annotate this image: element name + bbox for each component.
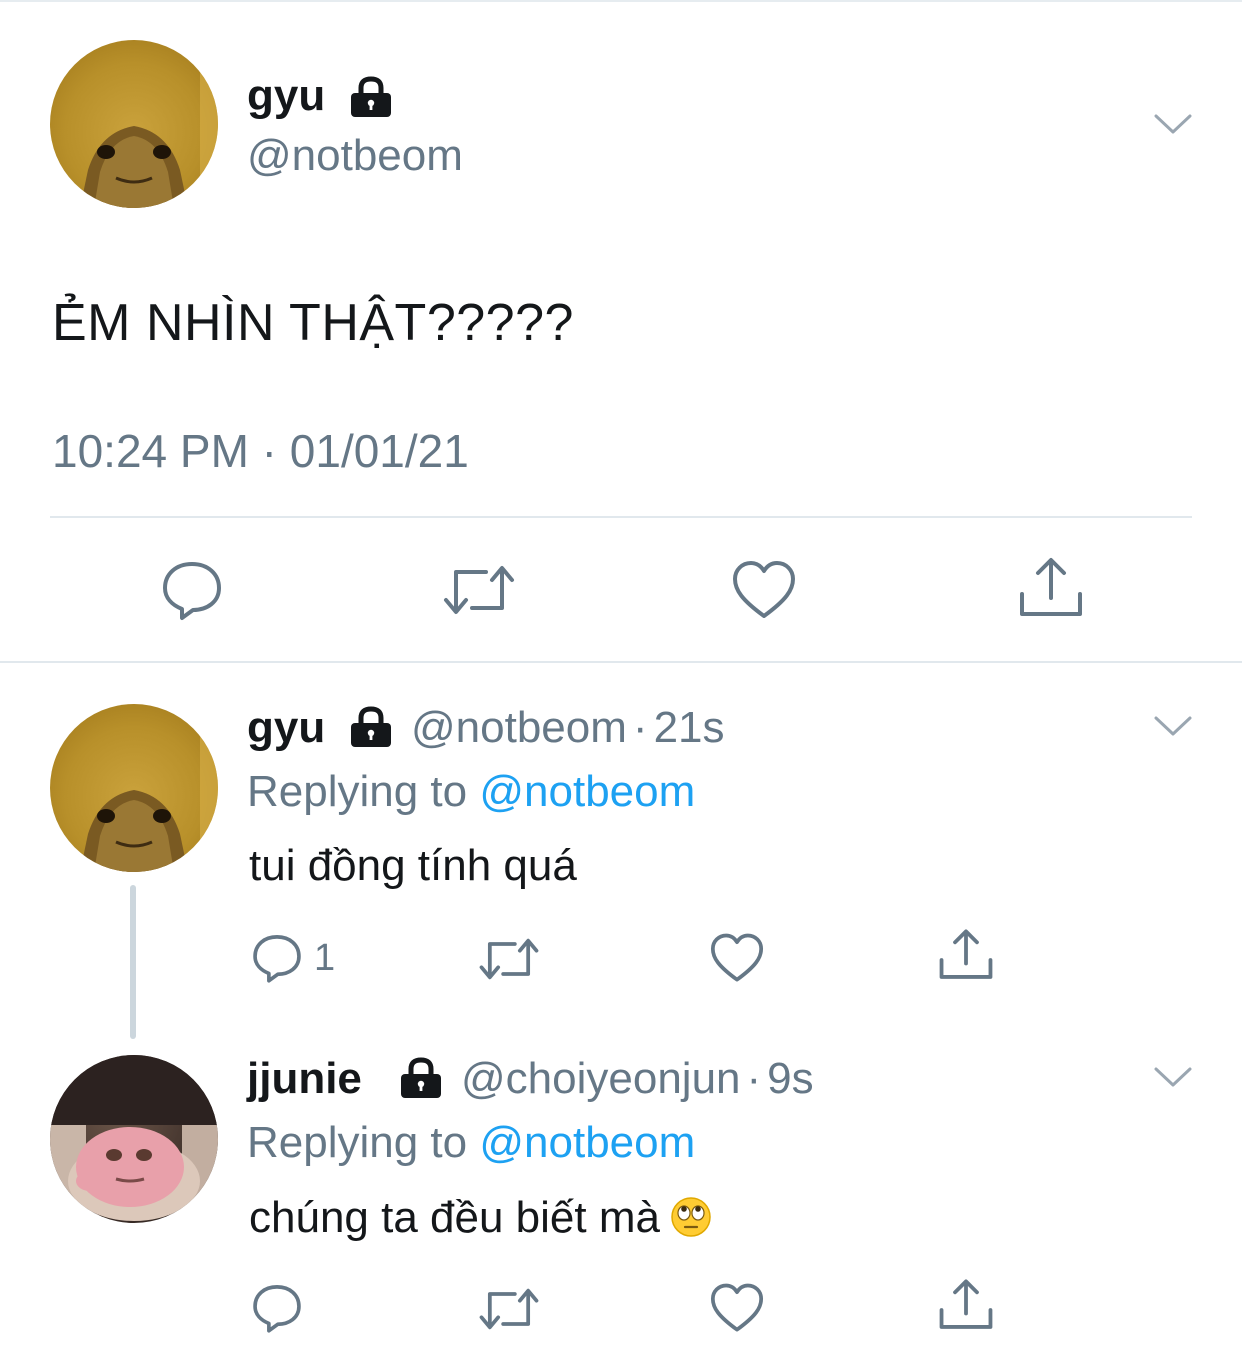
display-name[interactable]: gyu	[247, 70, 325, 122]
gecko-avatar-image	[80, 704, 218, 872]
chevron-down-icon[interactable]	[1153, 714, 1193, 738]
tweet-age[interactable]: 9s	[767, 1054, 813, 1103]
share-icon	[1020, 558, 1082, 616]
kirby-avatar-image	[50, 1055, 218, 1223]
tweet-timestamp[interactable]: 10:24 PM · 01/01/21	[52, 424, 469, 478]
tweet-text: tui đồng tính quá	[249, 841, 577, 890]
meta-separator: ·	[632, 703, 648, 752]
chevron-down-icon[interactable]	[1153, 112, 1193, 136]
reply-button[interactable]: 1	[250, 932, 335, 984]
replying-to-link[interactable]: @notbeom	[479, 1118, 695, 1167]
share-icon	[939, 1279, 993, 1329]
display-name[interactable]: gyu	[247, 702, 325, 754]
avatar[interactable]	[50, 704, 218, 872]
heart-icon	[733, 561, 795, 618]
reply-icon	[253, 1285, 301, 1333]
reply-meta: @choiyeonjun · 9s	[461, 1053, 814, 1105]
heart-icon	[710, 1283, 764, 1332]
top-divider	[0, 0, 1242, 2]
reply-icon	[253, 935, 301, 983]
replying-prefix: Replying to	[247, 767, 480, 816]
thread-connector	[130, 885, 136, 1039]
retweet-icon	[479, 1288, 539, 1330]
divider	[50, 516, 1192, 518]
lock-icon	[401, 1057, 441, 1098]
retweet-button[interactable]	[442, 560, 516, 620]
user-handle[interactable]: @notbeom	[247, 130, 463, 182]
rolling-eyes-emoji-icon	[671, 1197, 711, 1238]
like-button[interactable]	[710, 1283, 764, 1333]
gecko-avatar-image	[80, 40, 218, 208]
reply-icon	[163, 562, 221, 620]
reply-meta: @notbeom · 21s	[411, 702, 725, 754]
reply-count: 1	[314, 937, 336, 979]
avatar[interactable]	[50, 40, 218, 208]
replying-to: Replying to @notbeom	[247, 766, 695, 818]
replying-prefix: Replying to	[247, 1118, 480, 1167]
tweet-text: ẺM NHÌN THẬT?????	[52, 294, 574, 352]
retweet-button[interactable]	[478, 1284, 540, 1334]
share-button[interactable]	[938, 1278, 994, 1332]
retweet-icon	[479, 938, 539, 980]
tweet-age[interactable]: 21s	[654, 703, 725, 752]
meta-separator: ·	[746, 1054, 762, 1103]
like-button[interactable]	[710, 933, 764, 983]
share-icon	[939, 929, 993, 979]
replying-to-link[interactable]: @notbeom	[479, 767, 695, 816]
retweet-icon	[444, 566, 514, 614]
lock-icon	[351, 76, 391, 117]
display-name[interactable]: jjunie	[247, 1053, 362, 1105]
avatar[interactable]	[50, 1055, 218, 1223]
section-divider	[0, 661, 1242, 663]
user-handle[interactable]: @notbeom	[411, 703, 627, 752]
chevron-down-icon[interactable]	[1153, 1065, 1193, 1089]
lock-icon	[351, 706, 391, 747]
tweet-text: chúng ta đều biết mà	[249, 1193, 660, 1242]
share-button[interactable]	[938, 928, 994, 982]
replying-to: Replying to @notbeom	[247, 1117, 695, 1169]
reply-button[interactable]	[250, 1282, 304, 1334]
share-button[interactable]	[1018, 556, 1084, 620]
user-handle[interactable]: @choiyeonjun	[461, 1054, 741, 1103]
like-button[interactable]	[732, 560, 796, 620]
heart-icon	[710, 933, 764, 982]
reply-button[interactable]	[160, 558, 224, 622]
tweet-text-row: chúng ta đều biết mà	[249, 1192, 712, 1244]
retweet-button[interactable]	[478, 934, 540, 984]
